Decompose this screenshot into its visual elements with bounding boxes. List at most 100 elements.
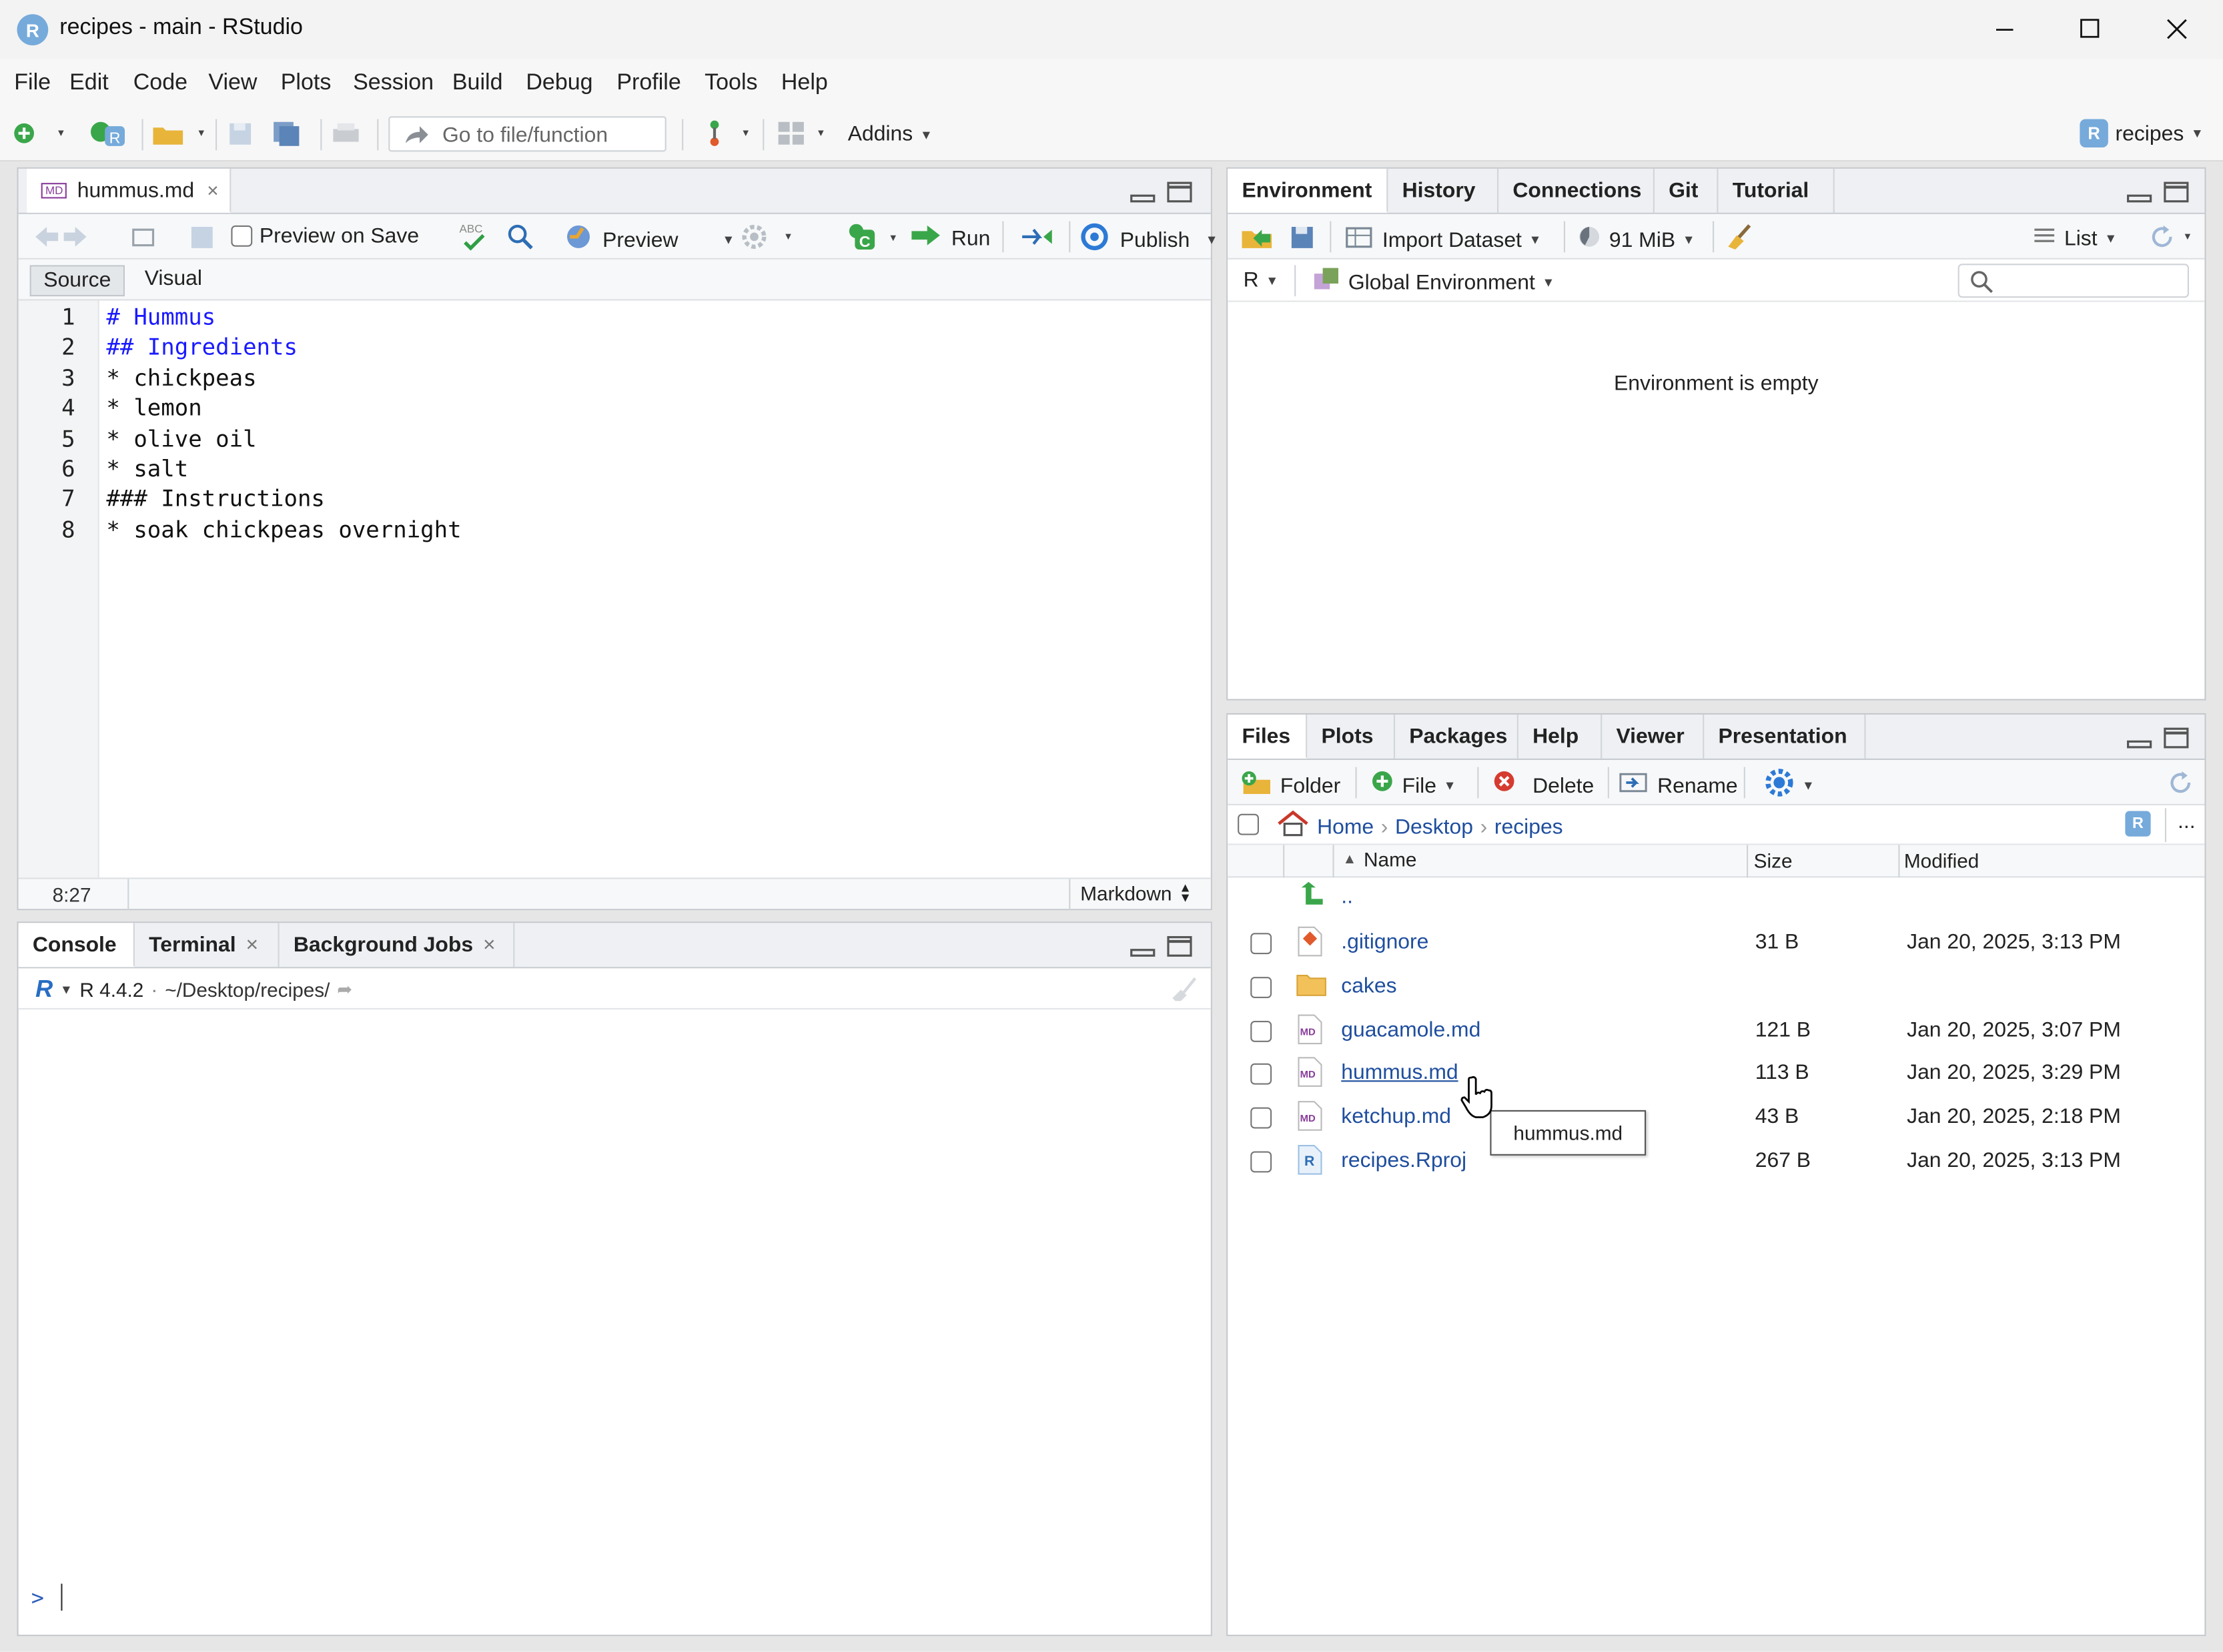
preview-on-save-checkbox[interactable]: [231, 225, 253, 247]
menu-debug[interactable]: Debug: [526, 71, 592, 96]
r-version-selector[interactable]: R ▼ R 4.4.2 · ~/Desktop/recipes/ ➦: [35, 975, 352, 1004]
tab-presentation[interactable]: Presentation: [1704, 715, 1866, 759]
tab-hummus-md[interactable]: MD hummus.md ×: [27, 168, 232, 213]
tab-git[interactable]: Git: [1655, 168, 1719, 213]
file-row-checkbox[interactable]: [1250, 1108, 1272, 1129]
file-row[interactable]: MD guacamole.md 121 B Jan 20, 2025, 3:07 PM: [1228, 1009, 2204, 1053]
clear-console-icon[interactable]: [1167, 975, 1198, 1008]
file-row-checkbox[interactable]: [1250, 1151, 1272, 1173]
close-tab-icon[interactable]: ×: [207, 179, 218, 201]
file-name-link[interactable]: .gitignore: [1341, 930, 1428, 954]
tab-plots[interactable]: Plots: [1307, 715, 1395, 759]
refresh-icon[interactable]: [2166, 769, 2195, 804]
menu-profile[interactable]: Profile: [616, 71, 681, 96]
more-actions-button[interactable]: ▼: [1764, 769, 1815, 803]
file-row[interactable]: .gitignore 31 B Jan 20, 2025, 3:13 PM: [1228, 921, 2204, 965]
vcs-icon[interactable]: [703, 119, 755, 155]
file-row[interactable]: MD ketchup.md 43 B Jan 20, 2025, 2:18 PM: [1228, 1096, 2204, 1140]
minimize-pane-icon[interactable]: [2127, 727, 2152, 757]
maximize-pane-icon[interactable]: [2164, 727, 2189, 757]
go-to-dir-icon[interactable]: ➦: [337, 978, 352, 1001]
show-in-window-icon[interactable]: [131, 224, 159, 257]
code-editor[interactable]: 1 # Hummus 2 ## Ingredients 3 * chickpeas 4 * l…: [19, 301, 1211, 878]
parent-dir-link[interactable]: ..: [1341, 885, 1353, 909]
file-row[interactable]: Rrecipes.Rproj 267 B Jan 20, 2025, 3:13 PM: [1228, 1140, 2204, 1184]
maximize-pane-icon[interactable]: [1167, 936, 1192, 966]
insert-chunk-icon[interactable]: C: [847, 222, 903, 260]
memory-usage-button[interactable]: 91 MiB ▼: [1577, 224, 1695, 256]
parent-dir-row[interactable]: ..: [1228, 877, 2204, 921]
gear-icon[interactable]: [741, 224, 798, 257]
pane-layout-icon[interactable]: [775, 119, 832, 155]
run-button[interactable]: Run: [910, 223, 990, 254]
maximize-pane-icon[interactable]: [2164, 181, 2189, 212]
search-icon[interactable]: [506, 223, 535, 258]
tab-help[interactable]: Help: [1518, 715, 1603, 759]
visual-mode-button[interactable]: Visual: [145, 265, 202, 294]
breadcrumb-recipes[interactable]: recipes: [1494, 815, 1563, 839]
file-name-link[interactable]: hummus.md: [1341, 1061, 1458, 1085]
spellcheck-icon[interactable]: ABC: [458, 220, 494, 261]
preview-button[interactable]: Preview ▼: [562, 223, 735, 257]
maximize-pane-icon[interactable]: [1167, 181, 1192, 212]
home-icon[interactable]: [1276, 809, 1310, 843]
addins-button[interactable]: Addins ▼: [848, 122, 933, 146]
back-arrow-icon[interactable]: [33, 224, 89, 257]
file-row-checkbox[interactable]: [1250, 976, 1272, 998]
delete-button[interactable]: Delete: [1492, 770, 1594, 801]
file-row[interactable]: cakes: [1228, 965, 2204, 1009]
tab-console[interactable]: Console: [18, 923, 135, 967]
breadcrumb-home[interactable]: Home: [1317, 815, 1374, 839]
file-row-checkbox[interactable]: [1250, 933, 1272, 955]
file-name-link[interactable]: cakes: [1341, 973, 1396, 997]
tab-environment[interactable]: Environment: [1228, 168, 1388, 213]
menu-file[interactable]: File: [14, 71, 51, 96]
project-menu-button[interactable]: R recipes ▼: [2080, 119, 2204, 147]
menu-build[interactable]: Build: [452, 71, 503, 96]
save-workspace-icon[interactable]: [1289, 224, 1318, 257]
new-project-icon[interactable]: R: [88, 119, 128, 155]
file-row-checkbox[interactable]: [1250, 1064, 1272, 1086]
print-icon[interactable]: [330, 121, 362, 153]
select-all-checkbox[interactable]: [1238, 813, 1259, 835]
menu-session[interactable]: Session: [353, 71, 434, 96]
save-icon[interactable]: [189, 224, 217, 257]
menu-tools[interactable]: Tools: [705, 71, 757, 96]
broom-icon[interactable]: [1724, 223, 1755, 258]
import-dataset-button[interactable]: Import Dataset ▼: [1344, 224, 1542, 256]
tab-tutorial[interactable]: Tutorial: [1719, 168, 1835, 213]
tab-background-jobs[interactable]: Background Jobs ×: [280, 923, 515, 967]
goto-file-input[interactable]: Go to file/function: [388, 116, 666, 152]
close-icon[interactable]: [2161, 14, 2195, 45]
go-to-project-dir-icon[interactable]: R: [2125, 811, 2151, 837]
environment-search-input[interactable]: [1957, 264, 2189, 298]
tab-packages[interactable]: Packages: [1395, 715, 1518, 759]
source-mode-button[interactable]: Source: [29, 265, 125, 297]
size-column-header[interactable]: Size: [1754, 849, 1793, 872]
close-tab-icon[interactable]: ×: [483, 933, 496, 957]
load-workspace-icon[interactable]: [1239, 224, 1276, 257]
file-row-checkbox[interactable]: [1250, 1020, 1272, 1042]
publish-button[interactable]: Publish ▼: [1079, 223, 1218, 257]
new-folder-button[interactable]: Folder: [1239, 770, 1340, 801]
minimize-pane-icon[interactable]: [1130, 181, 1156, 212]
minimize-pane-icon[interactable]: [1130, 936, 1156, 966]
preview-on-save-toggle[interactable]: Preview on Save: [231, 224, 419, 248]
rerun-icon[interactable]: [1019, 224, 1056, 257]
console-output[interactable]: >: [19, 1009, 1211, 1635]
menu-help[interactable]: Help: [781, 71, 828, 96]
save-all-icon[interactable]: [272, 121, 304, 153]
file-type-selector[interactable]: Markdown ▲ ▼: [1080, 881, 1192, 905]
file-name-link[interactable]: ketchup.md: [1341, 1105, 1451, 1129]
minimize-icon[interactable]: [1987, 14, 2022, 45]
open-file-icon[interactable]: [150, 121, 207, 153]
language-selector[interactable]: R ▼: [1244, 268, 1279, 292]
tab-connections[interactable]: Connections: [1498, 168, 1655, 213]
refresh-icon[interactable]: [2150, 224, 2198, 257]
minimize-pane-icon[interactable]: [2127, 181, 2152, 212]
name-column-header[interactable]: ▲ Name: [1342, 848, 1416, 871]
tab-viewer[interactable]: Viewer: [1602, 715, 1705, 759]
rename-button[interactable]: Rename: [1619, 770, 1738, 801]
file-name-link[interactable]: recipes.Rproj: [1341, 1148, 1466, 1172]
save-icon[interactable]: [227, 121, 256, 153]
